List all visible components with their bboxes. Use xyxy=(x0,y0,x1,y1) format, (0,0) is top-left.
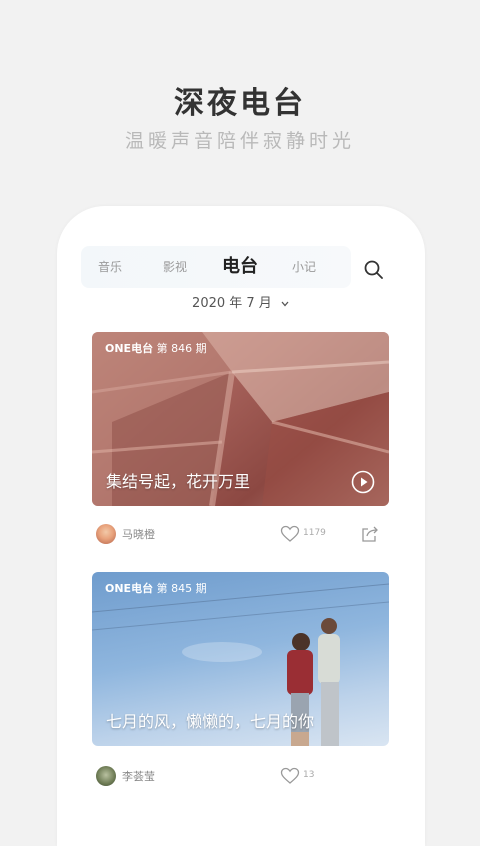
card-meta-row: 马晓橙 1179 xyxy=(92,520,389,550)
card-brand: ONE电台 第 846 期 xyxy=(105,340,207,356)
card-brand: ONE电台 第 845 期 xyxy=(105,580,207,596)
share-icon[interactable] xyxy=(360,524,380,544)
date-filter-label: 2020 年 7 月 xyxy=(192,296,272,311)
avatar[interactable] xyxy=(96,766,116,786)
tab-music[interactable]: 音乐 xyxy=(98,246,122,288)
play-icon[interactable] xyxy=(351,470,375,494)
heart-icon[interactable] xyxy=(280,525,300,543)
card-issue: 第 845 期 xyxy=(156,582,207,595)
category-tabbar: 音乐 影视 电台 小记 i xyxy=(81,246,359,288)
author-name[interactable]: 李荟莹 xyxy=(122,768,155,784)
tab-note[interactable]: 小记 xyxy=(292,246,316,288)
avatar[interactable] xyxy=(96,524,116,544)
chevron-down-icon xyxy=(281,301,289,306)
like-count: 13 xyxy=(303,770,315,780)
search-icon xyxy=(364,260,383,279)
tab-movie[interactable]: 影视 xyxy=(163,246,187,288)
card-meta-row: 李荟莹 13 xyxy=(92,762,389,792)
promo-subtitle: 温暖声音陪伴寂静时光 xyxy=(124,130,355,152)
card-brand-name: ONE电台 xyxy=(105,582,154,595)
search-button[interactable] xyxy=(355,250,393,288)
card-title: 集结号起，花开万里 xyxy=(106,472,251,491)
author-name[interactable]: 马晓橙 xyxy=(122,526,155,542)
heart-icon[interactable] xyxy=(280,767,300,785)
radio-card-846[interactable]: ONE电台 第 846 期 集结号起，花开万里 xyxy=(92,332,389,506)
phone-screen: 音乐 影视 电台 小记 i 2020 年 7 月 ONE电台 xyxy=(57,206,425,846)
card-title: 七月的风，懒懒的，七月的你 xyxy=(106,712,315,731)
card-issue: 第 846 期 xyxy=(156,342,207,355)
promo-title: 深夜电台 xyxy=(174,86,306,121)
date-filter[interactable]: 2020 年 7 月 xyxy=(57,294,425,314)
tab-radio[interactable]: 电台 xyxy=(222,246,258,288)
card-brand-name: ONE电台 xyxy=(105,342,154,355)
like-count: 1179 xyxy=(303,528,326,538)
radio-card-845[interactable]: ONE电台 第 845 期 七月的风，懒懒的，七月的你 xyxy=(92,572,389,746)
